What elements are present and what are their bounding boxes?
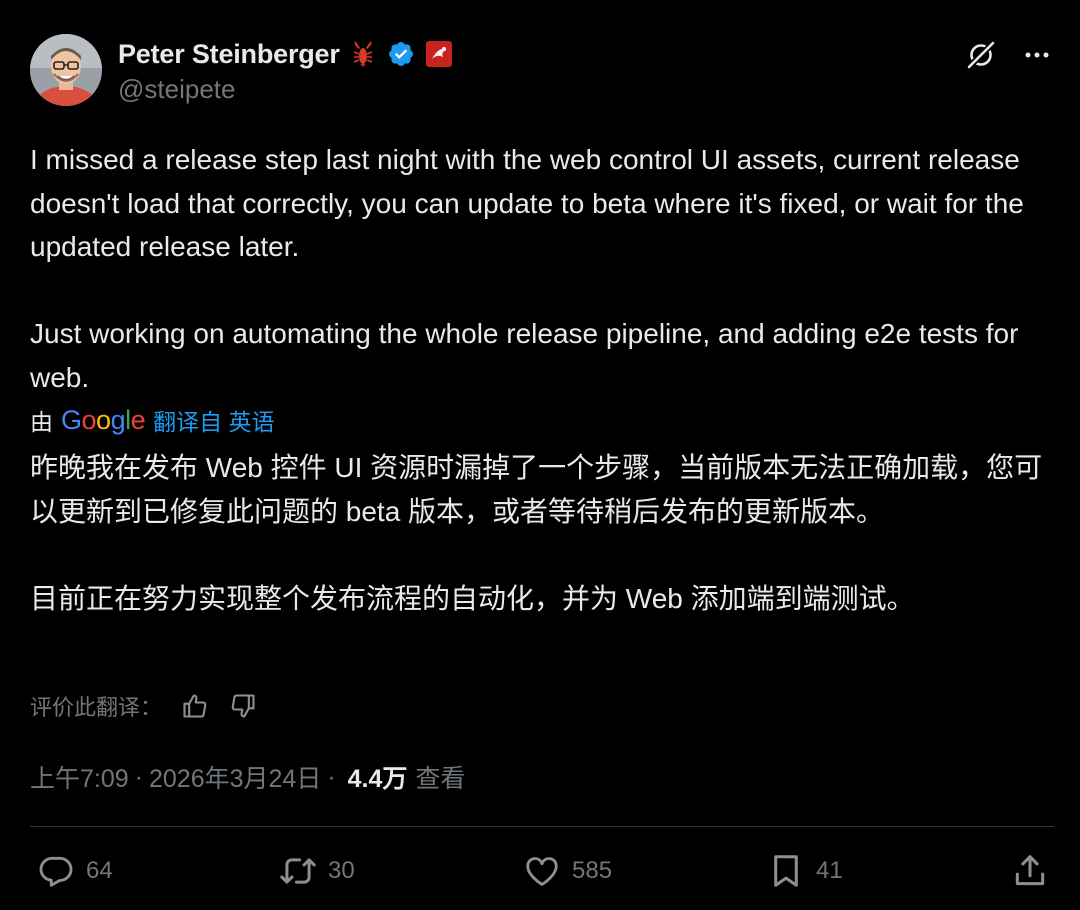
heart-icon [522,851,562,891]
views-label: 查看 [415,765,466,793]
reply-count: 64 [86,857,113,884]
grok-icon[interactable] [964,38,998,72]
tweet-time[interactable]: 上午7:09 [30,759,129,795]
tweet-paragraph: Just working on automating the whole rel… [30,318,1019,393]
rate-translation: 评价此翻译： [30,688,258,724]
user-handle[interactable]: @steipete [118,74,235,105]
translated-paragraph: 昨晚我在发布 Web 控件 UI 资源时漏掉了一个步骤，当前版本无法正确加载，您… [30,452,1043,527]
header-actions [964,38,1054,72]
translated-text: 昨晚我在发布 Web 控件 UI 资源时漏掉了一个步骤，当前版本无法正确加载，您… [30,446,1055,620]
translated-by-label: 由 [30,409,53,435]
like-button[interactable]: 585 [522,848,612,894]
translation-attribution: 由 Google 翻译自 英语 [30,402,275,438]
divider [30,826,1054,827]
views-count: 4.4万 [347,765,408,793]
like-count: 585 [572,857,613,884]
tweet-text: I missed a release step last night with … [30,138,1055,399]
reply-icon [36,851,76,891]
share-button[interactable] [1010,848,1050,894]
translated-paragraph: 目前正在努力实现整个发布流程的自动化，并为 Web 添加端到端测试。 [30,582,915,614]
google-logo: Google [61,404,146,435]
name-row: Peter Steinberger [118,36,454,72]
tweet-date[interactable]: 2026年3月24日 [149,759,321,795]
tweet-paragraph: I missed a release step last night with … [30,144,1024,262]
lobster-emoji-icon [348,39,378,69]
bookmark-button[interactable]: 41 [766,848,843,894]
repost-button[interactable]: 30 [278,848,355,894]
tweet-meta: 上午7:09 · 2026年3月24日 · 4.4万 查看 [30,758,465,796]
reply-button[interactable]: 64 [36,848,113,894]
share-icon [1010,851,1050,891]
more-icon[interactable] [1020,38,1054,72]
bookmark-count: 41 [816,857,843,884]
meta-separator: · [327,762,336,791]
bookmark-icon [766,851,806,891]
rate-translation-label: 评价此翻译： [30,695,163,720]
thumbs-down-icon[interactable] [228,691,258,721]
tweet-header: Peter Steinberger @steipete [30,34,1054,106]
verified-badge-icon[interactable] [386,39,416,69]
repost-count: 30 [328,857,355,884]
action-bar: 64 30 585 41 [36,848,1050,894]
repost-icon [278,851,318,891]
avatar-image [30,34,102,106]
translated-from-link[interactable]: 翻译自 英语 [153,403,274,437]
avatar[interactable] [30,34,102,106]
meta-separator: · [134,762,143,791]
affiliate-badge-icon[interactable] [424,39,454,69]
thumbs-up-icon[interactable] [180,691,210,721]
display-name[interactable]: Peter Steinberger [118,39,340,70]
